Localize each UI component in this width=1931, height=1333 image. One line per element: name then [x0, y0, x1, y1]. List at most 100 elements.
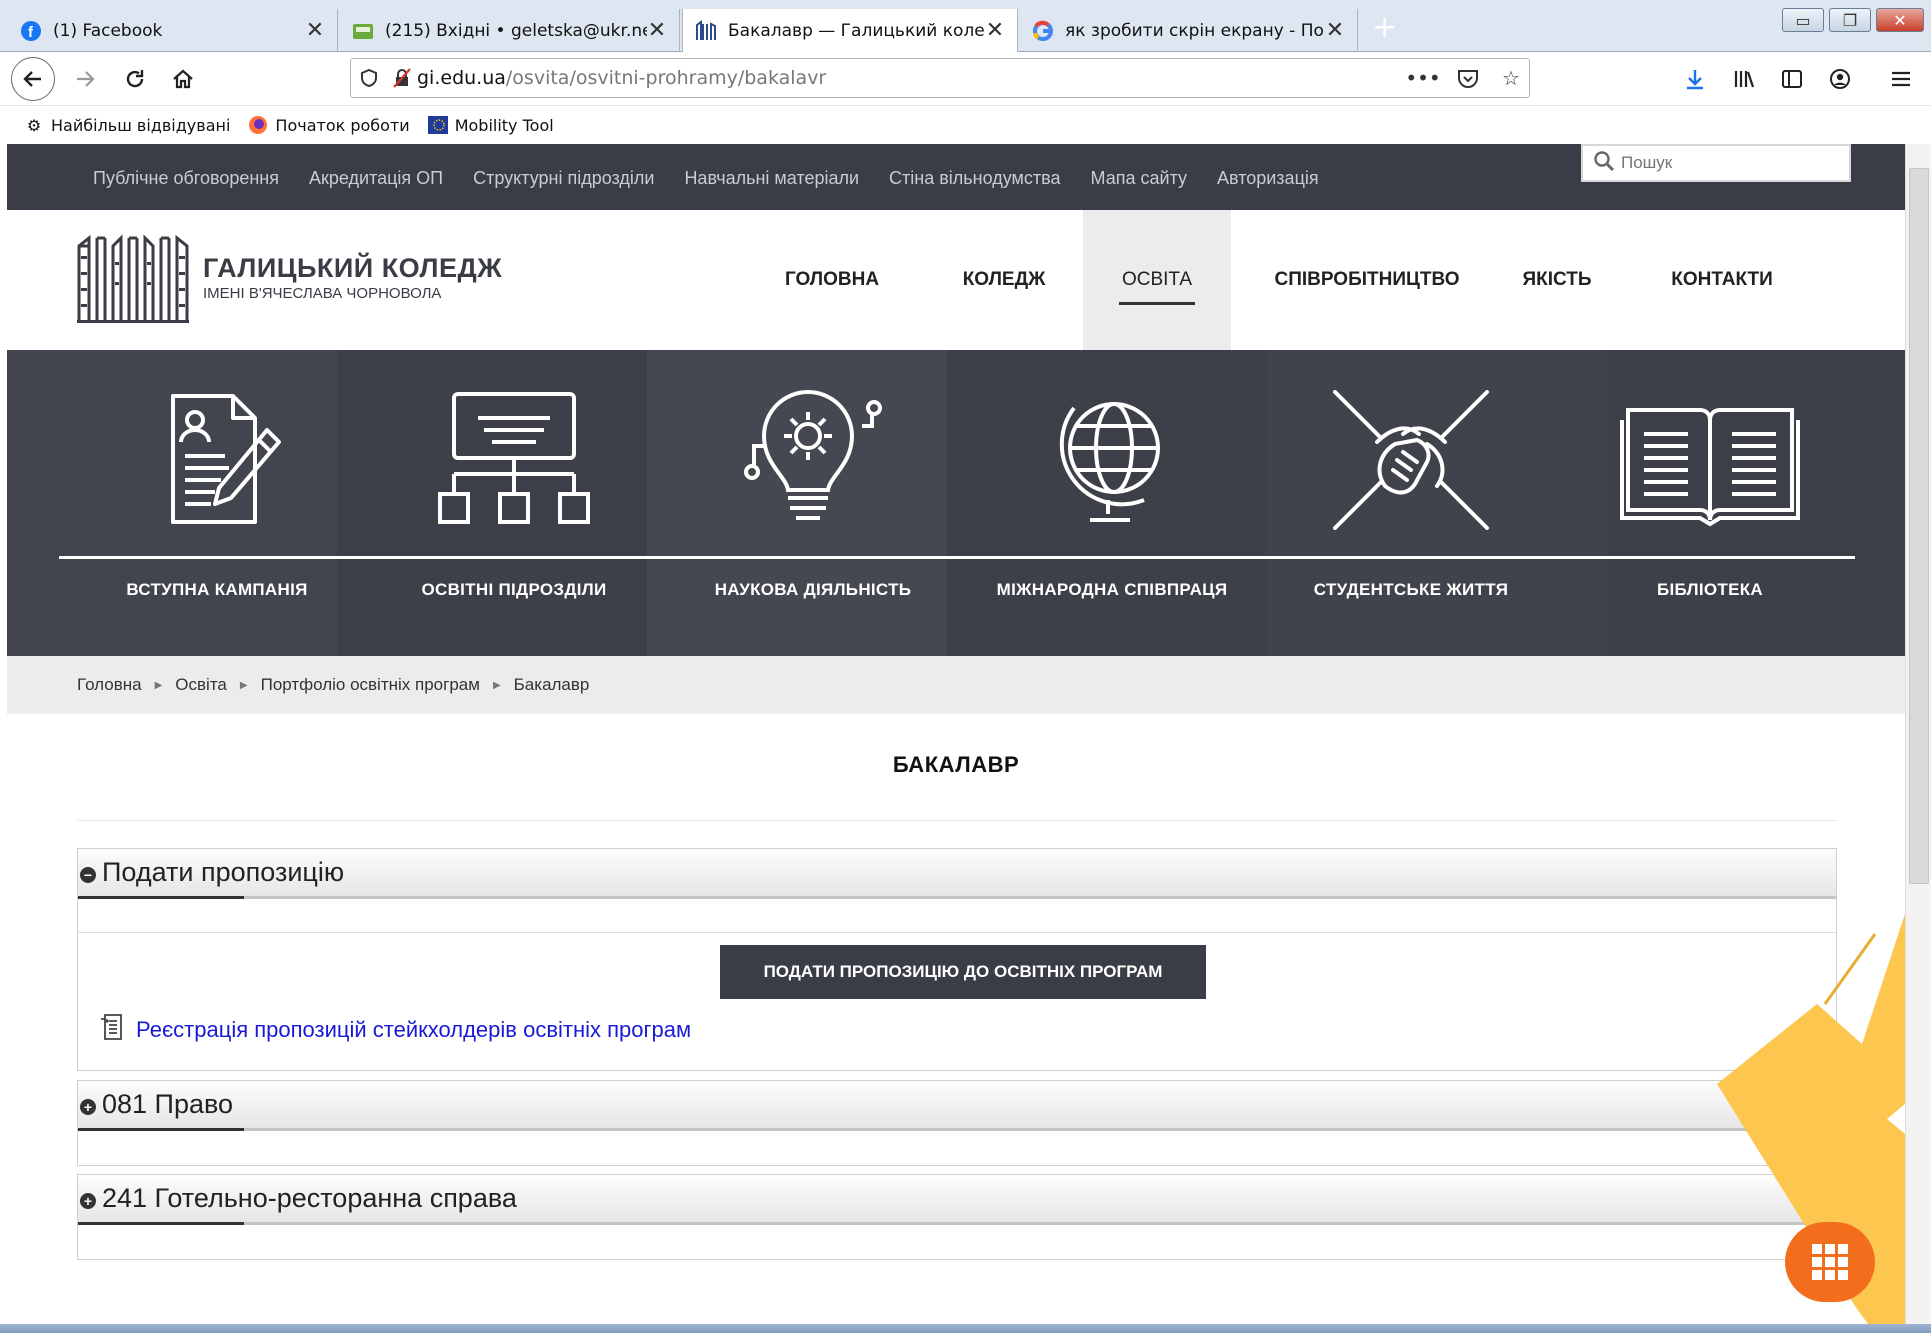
banner-label-student-life[interactable]: СТУДЕНТСЬКЕ ЖИТТЯ: [1261, 580, 1561, 600]
bookmark-mobility-tool[interactable]: Mobility Tool: [427, 115, 554, 135]
close-icon[interactable]: ✕: [647, 18, 667, 43]
site-search[interactable]: [1581, 144, 1851, 182]
accordion-title: 081 Право: [102, 1089, 234, 1119]
scrollbar-thumb[interactable]: [1909, 168, 1929, 884]
top-link-accreditation[interactable]: Акредитація ОП: [309, 168, 443, 189]
logo-name: ГАЛИЦЬКИЙ КОЛЕДЖ: [203, 253, 503, 283]
registration-link[interactable]: Реєстрація пропозицій стейкхолдерів осві…: [100, 1013, 691, 1047]
nav-contacts[interactable]: КОНТАКТИ: [1627, 210, 1817, 350]
os-taskbar: [0, 1324, 1931, 1333]
top-link-login[interactable]: Авторизація: [1217, 168, 1319, 189]
accordion-hotel-restaurant: + 241 Готельно-ресторанна справа: [77, 1174, 1837, 1260]
browser-window: f (1) Facebook ✕ (215) Вхідні • geletska…: [0, 0, 1931, 1333]
accordion-header[interactable]: + 081 Право: [78, 1081, 1836, 1131]
close-icon[interactable]: ✕: [305, 18, 325, 43]
top-link-sitemap[interactable]: Мапа сайту: [1091, 168, 1187, 189]
application-form-icon: [171, 394, 281, 524]
submit-proposal-button[interactable]: ПОДАТИ ПРОПОЗИЦІЮ ДО ОСВІТНІХ ПРОГРАМ: [720, 945, 1206, 999]
banner-label-international[interactable]: МІЖНАРОДНА СПІВПРАЦЯ: [962, 580, 1262, 600]
downloads-icon[interactable]: [1676, 60, 1714, 98]
shield-icon[interactable]: [351, 68, 387, 88]
reload-icon[interactable]: [116, 60, 154, 98]
breadcrumb-arrow-icon: ▶: [239, 679, 248, 691]
globe-icon: [1059, 402, 1160, 522]
accordion-header[interactable]: − Подати пропозицію: [78, 849, 1836, 899]
top-link-public-discussion[interactable]: Публічне обговорення: [93, 168, 279, 189]
window-close-icon[interactable]: ✕: [1876, 8, 1924, 32]
page-scrollbar[interactable]: [1905, 144, 1931, 1324]
college-logo-icon: [77, 234, 189, 323]
search-icon: [1593, 150, 1615, 177]
navigation-toolbar: gi.edu.ua/osvita/osvitni-prohramy/bakala…: [0, 52, 1931, 106]
lightbulb-gear-icon: [744, 390, 882, 520]
banner-label-library[interactable]: БІБЛІОТЕКА: [1560, 580, 1860, 600]
menu-icon[interactable]: [1882, 60, 1920, 98]
top-link-materials[interactable]: Навчальні матеріали: [684, 168, 859, 189]
banner-label-research[interactable]: НАУКОВА ДІЯЛЬНІСТЬ: [663, 580, 963, 600]
college-logo[interactable]: ГАЛИЦЬКИЙ КОЛЕДЖ ІМЕНІ В'ЯЧЕСЛАВА ЧОРНОВ…: [77, 232, 502, 324]
banner-label-departments[interactable]: ОСВІТНІ ПІДРОЗДІЛИ: [364, 580, 664, 600]
nav-quality[interactable]: ЯКІСТЬ: [1492, 210, 1622, 350]
bookmarks-toolbar: ⚙ Найбільш відвідувані Початок роботи Mob…: [0, 106, 1931, 144]
nav-college[interactable]: КОЛЕДЖ: [919, 210, 1089, 350]
top-link-freethinking-wall[interactable]: Стіна вільнодумства: [889, 168, 1060, 189]
sidebar-toggle-icon[interactable]: [1773, 60, 1811, 98]
page-actions-icon[interactable]: •••: [1405, 63, 1440, 93]
nav-home[interactable]: ГОЛОВНА: [747, 210, 917, 350]
breadcrumb-portfolio[interactable]: Портфоліо освітніх програм: [261, 675, 480, 695]
bookmark-most-visited[interactable]: ⚙ Найбільш відвідувані: [24, 115, 231, 135]
account-icon[interactable]: [1821, 60, 1859, 98]
tab-title: (215) Вхідні • geletska@ukr.net: [385, 20, 647, 41]
tab-bakalavr[interactable]: Бакалавр — Галицький колед ✕: [682, 9, 1018, 52]
nav-education[interactable]: ОСВІТА: [1083, 210, 1231, 350]
forward-icon[interactable]: [66, 60, 104, 98]
close-icon[interactable]: ✕: [1325, 18, 1345, 43]
breadcrumb-education[interactable]: Освіта: [175, 675, 227, 695]
grid-icon: [1812, 1244, 1848, 1280]
minimize-icon[interactable]: ▭: [1782, 8, 1824, 32]
back-icon[interactable]: [11, 57, 55, 101]
facebook-icon: f: [20, 20, 42, 42]
top-link-departments[interactable]: Структурні підрозділи: [473, 168, 654, 189]
library-icon[interactable]: [1725, 60, 1763, 98]
eu-flag-icon: [427, 115, 448, 135]
accordion-title: Подати пропозицію: [102, 857, 345, 887]
tab-mail[interactable]: (215) Вхідні • geletska@ukr.net ✕: [340, 9, 680, 52]
banner-divider: [59, 556, 1855, 559]
banner-item-departments[interactable]: [374, 390, 654, 530]
google-icon: [1032, 20, 1054, 42]
tab-title: Бакалавр — Галицький колед: [728, 20, 985, 41]
joined-hands-icon: [1333, 390, 1489, 530]
banner-item-admission[interactable]: [77, 390, 357, 530]
address-bar[interactable]: gi.edu.ua/osvita/osvitni-prohramy/bakala…: [350, 58, 1530, 98]
tab-strip: f (1) Facebook ✕ (215) Вхідні • geletska…: [0, 0, 1931, 52]
banner-label-admission[interactable]: ВСТУПНА КАМПАНІЯ: [67, 580, 367, 600]
search-input[interactable]: [1621, 153, 1821, 173]
bookmark-getting-started[interactable]: Початок роботи: [248, 115, 410, 135]
expand-icon: +: [80, 1098, 96, 1115]
pocket-icon[interactable]: [1451, 63, 1485, 93]
url-path: /osvita/osvitni-prohramy/bakalavr: [505, 67, 827, 89]
banner-item-student-life[interactable]: [1271, 390, 1551, 530]
college-icon: [695, 19, 717, 42]
breadcrumb-home[interactable]: Головна: [77, 675, 142, 695]
apps-grid-button[interactable]: [1785, 1222, 1875, 1302]
breadcrumb-arrow-icon: ▶: [492, 679, 501, 691]
banner-item-international[interactable]: [972, 390, 1252, 530]
restore-icon[interactable]: ❐: [1829, 8, 1871, 32]
banner-item-research[interactable]: [673, 390, 953, 530]
accordion-body: ПОДАТИ ПРОПОЗИЦІЮ ДО ОСВІТНІХ ПРОГРАМ Ре…: [78, 933, 1836, 1070]
nav-cooperation[interactable]: СПІВРОБІТНИЦТВО: [1257, 210, 1477, 350]
bookmark-star-icon[interactable]: ☆: [1494, 63, 1528, 93]
banner-item-library[interactable]: [1570, 390, 1850, 530]
home-icon[interactable]: [164, 60, 202, 98]
breadcrumb-current: Бакалавр: [513, 675, 590, 694]
new-tab-icon[interactable]: +: [1372, 10, 1397, 45]
tab-facebook[interactable]: f (1) Facebook ✕: [8, 9, 338, 52]
document-list-icon: [100, 1013, 126, 1047]
tab-google[interactable]: як зробити скрін екрану - По ✕: [1020, 9, 1358, 52]
close-icon[interactable]: ✕: [985, 18, 1005, 43]
accordion-header[interactable]: + 241 Готельно-ресторанна справа: [78, 1175, 1836, 1225]
logo-subtitle: ІМЕНІ В'ЯЧЕСЛАВА ЧОРНОВОЛА: [203, 285, 442, 302]
insecure-lock-icon[interactable]: [387, 68, 417, 88]
